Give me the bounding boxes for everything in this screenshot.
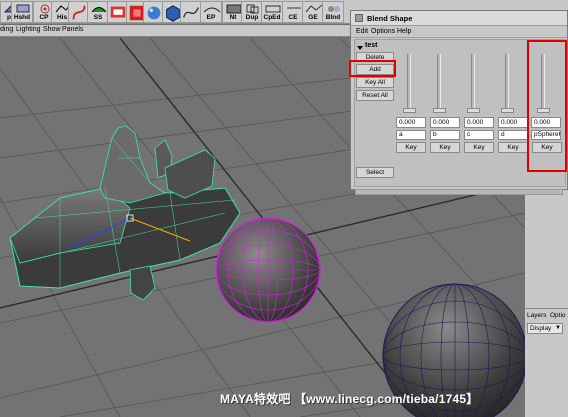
shelf-button-label: EP — [206, 14, 216, 21]
weight-slider-track[interactable] — [505, 54, 509, 109]
key-button[interactable]: Key — [396, 142, 426, 153]
shelf-button-label: Hshd — [13, 14, 31, 21]
collapse-arrow-icon[interactable] — [357, 46, 363, 50]
new-target-highlight — [527, 40, 567, 172]
window-title: Blend Shape — [367, 14, 413, 23]
menu-help[interactable]: Help — [397, 28, 411, 35]
nurbs-icon — [183, 7, 199, 18]
viewport-menu-panels[interactable]: Panels — [62, 26, 83, 33]
component-editor-icon — [265, 5, 281, 13]
horizontal-scrollbar[interactable] — [355, 189, 563, 195]
weight-slider-track[interactable] — [471, 54, 475, 109]
target-name-field[interactable]: b — [430, 130, 460, 140]
blend-node-name: test — [365, 42, 378, 49]
shading-icon — [16, 4, 30, 13]
menu-options[interactable]: Options — [371, 28, 395, 35]
ep-curve-icon — [203, 7, 221, 13]
key-button[interactable]: Key — [498, 142, 528, 153]
shelf-button-label: Nt — [229, 14, 237, 21]
viewport-menu-lighting[interactable]: Lighting — [16, 26, 41, 33]
shelf-button-hshd[interactable]: Hshd — [11, 1, 33, 23]
hypershade-icon — [147, 6, 161, 20]
target-name-field[interactable]: c — [464, 130, 494, 140]
window-menubar: Edit Options Help — [351, 26, 567, 38]
weight-value-field[interactable]: 0.000 — [396, 117, 426, 128]
add-button-highlight — [349, 60, 396, 77]
display-label: Display — [530, 325, 552, 332]
viewport-menu-shading[interactable]: ding — [0, 26, 13, 33]
weight-slider-thumb[interactable] — [501, 108, 514, 113]
weight-slider-thumb[interactable] — [403, 108, 416, 113]
shelf-button-label: CE — [288, 14, 298, 21]
shelf-button-ep[interactable]: EP — [200, 1, 222, 23]
shelf-button-nurbs[interactable] — [180, 1, 202, 23]
blend-shape-window: Blend Shape Edit Options Help test Delet… — [349, 10, 568, 195]
key-button[interactable]: Key — [430, 142, 460, 153]
chevron-down-icon: ▼ — [555, 325, 561, 331]
layer-editor: Layers Optio Display ▼ — [525, 308, 568, 417]
window-icon — [355, 14, 363, 22]
weight-slider-thumb[interactable] — [433, 108, 446, 113]
layer-display-dropdown[interactable]: Display ▼ — [527, 323, 563, 334]
weight-slider-thumb[interactable] — [467, 108, 480, 113]
weight-value-field[interactable]: 0.000 — [430, 117, 460, 128]
shelf-button-cped[interactable]: CpEd — [261, 1, 283, 23]
blend-icon — [328, 6, 340, 12]
layers-options-menu[interactable]: Optio — [550, 312, 566, 319]
shelf-button-ce[interactable]: CE — [282, 1, 304, 23]
menu-edit[interactable]: Edit — [356, 28, 368, 35]
weight-value-field[interactable]: 0.000 — [464, 117, 494, 128]
window-titlebar[interactable]: Blend Shape — [351, 11, 567, 26]
viewport-menu-show[interactable]: Show — [43, 26, 61, 33]
target-name-field[interactable]: d — [498, 130, 528, 140]
shelf-button-dup[interactable]: Dup — [241, 1, 263, 23]
key-all-button[interactable]: Key All — [356, 77, 394, 88]
shelf-button-blnd[interactable]: Blnd — [322, 1, 344, 23]
shelf-button-label: Blnd — [325, 14, 341, 21]
weight-slider-track[interactable] — [407, 54, 411, 109]
layers-menu[interactable]: Layers — [527, 312, 547, 319]
select-button[interactable]: Select — [356, 167, 394, 178]
key-button[interactable]: Key — [464, 142, 494, 153]
target-name-field[interactable]: a — [396, 130, 426, 140]
weight-slider-track[interactable] — [437, 54, 441, 109]
curve-icon — [72, 5, 86, 20]
shelf-button-label: GE — [308, 14, 318, 21]
shelf-button-label: CpEd — [263, 14, 281, 21]
reset-all-button[interactable]: Reset All — [356, 90, 394, 101]
shelf-button-ss[interactable]: SS — [87, 1, 109, 23]
shelf-button-label: SS — [93, 14, 103, 21]
watermark-text: MAYA特效吧 【www.linecg.com/tieba/1745】 — [220, 392, 479, 406]
shelf-button-ge[interactable]: GE — [302, 1, 324, 23]
shelf-button-label: Dup — [245, 14, 259, 21]
weight-value-field[interactable]: 0.000 — [498, 117, 528, 128]
render-icon — [110, 6, 126, 18]
sphere-selected — [215, 217, 321, 323]
viewport-menu-bar: ding Lighting Show Panels — [0, 25, 352, 37]
